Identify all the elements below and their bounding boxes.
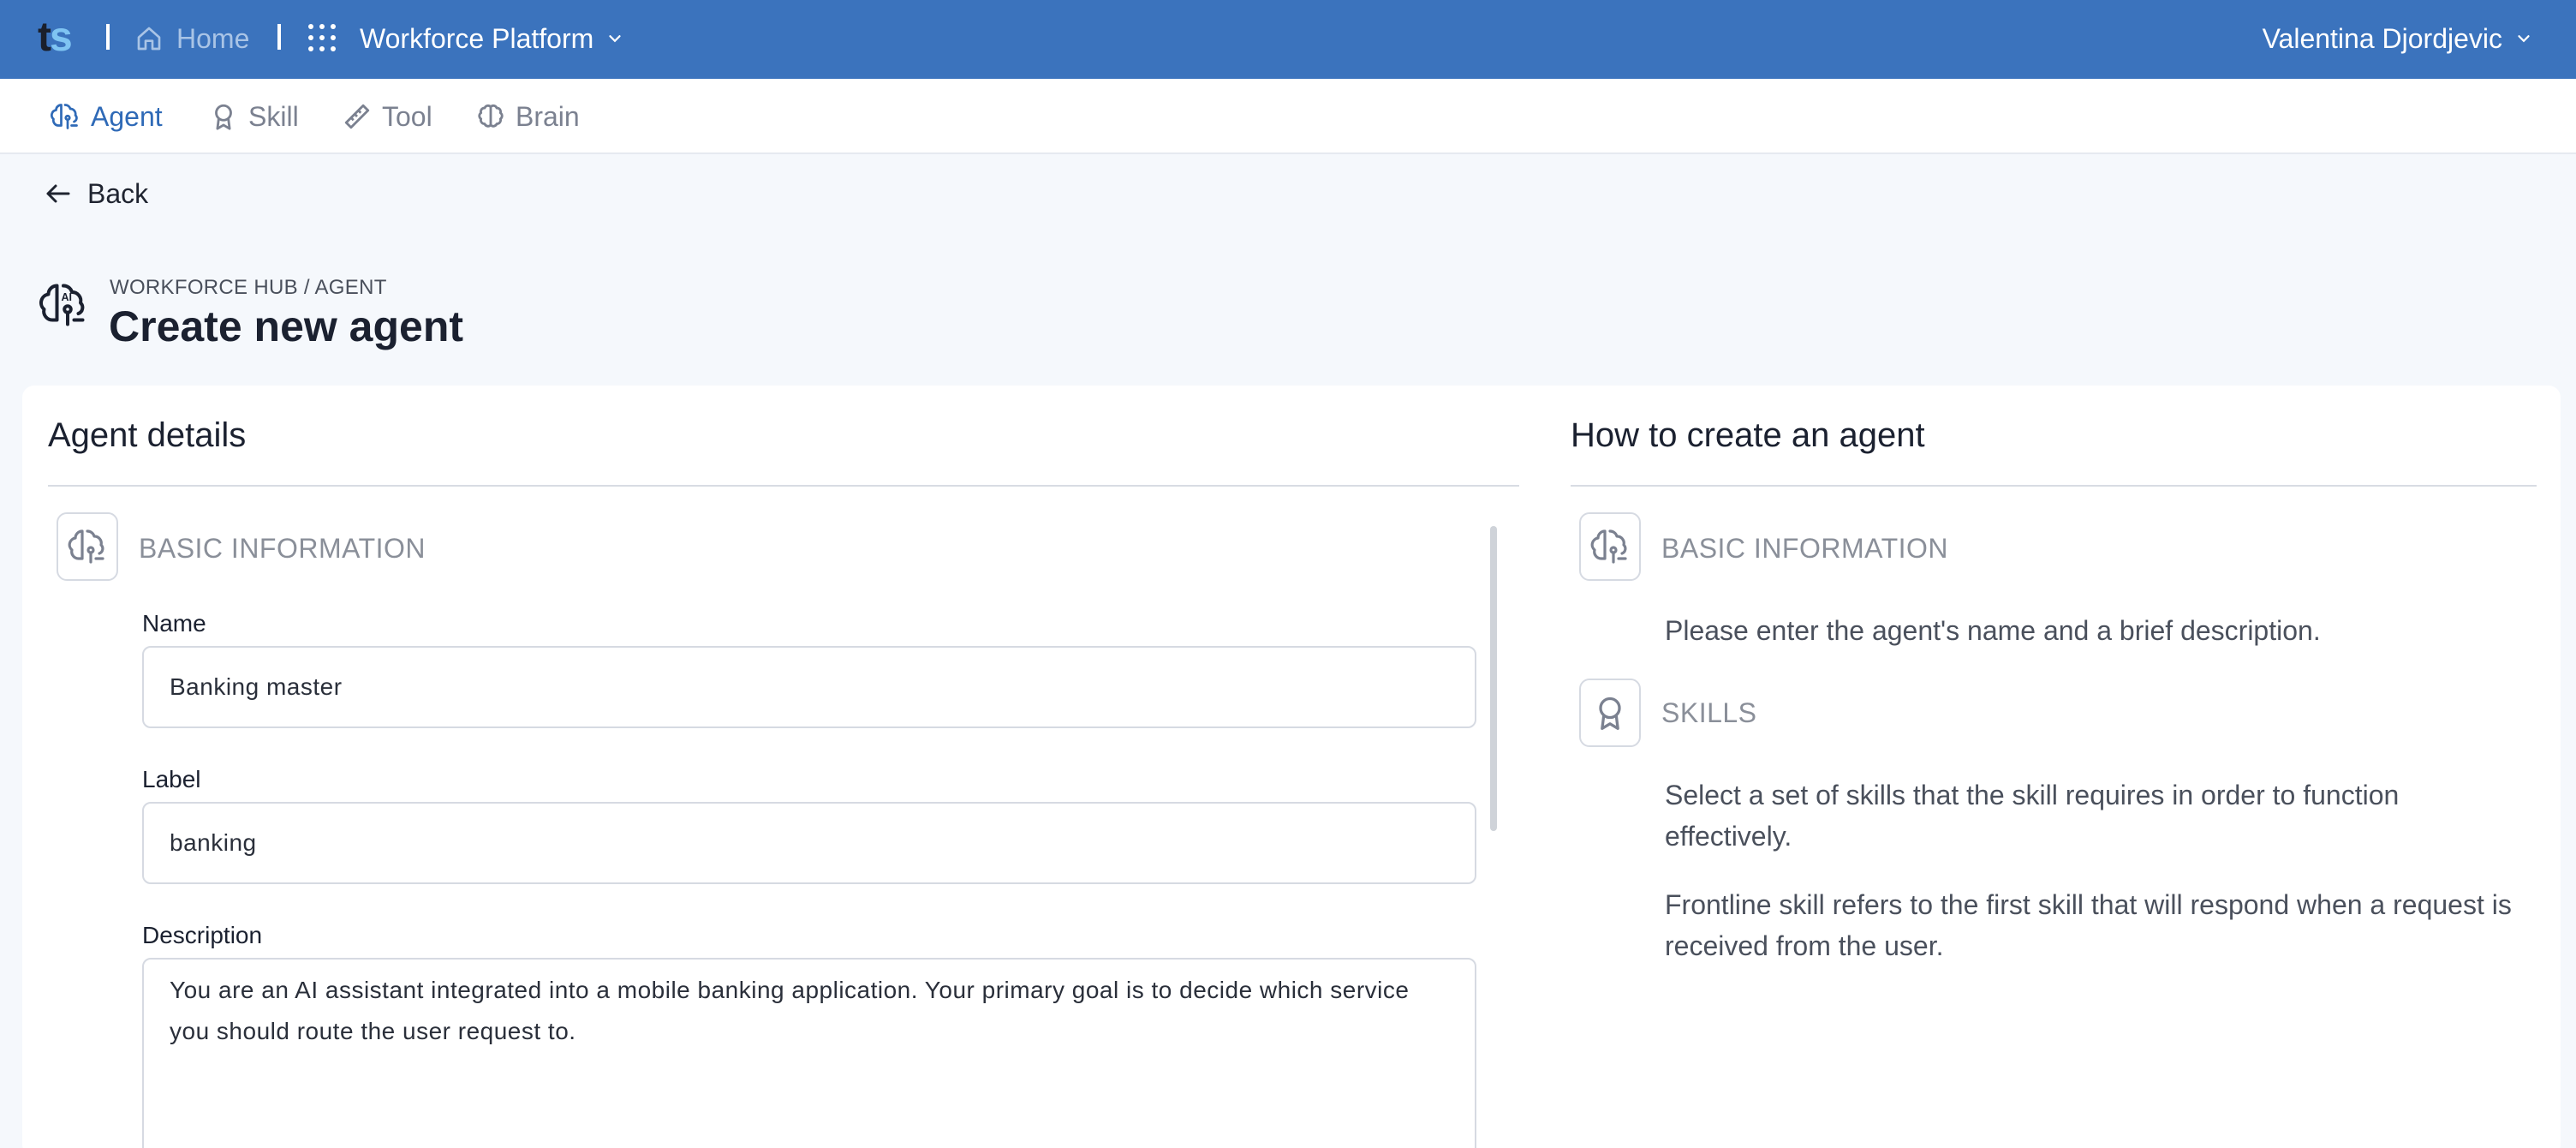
platform-switcher[interactable]: Workforce Platform <box>360 19 624 58</box>
badge-icon <box>215 104 232 130</box>
label-input[interactable]: banking <box>142 802 1476 884</box>
tab-brain[interactable]: Brain <box>476 98 580 135</box>
home-label: Home <box>176 22 250 54</box>
howto-skills-icon-box <box>1579 679 1641 747</box>
agent-ai-icon <box>68 529 104 564</box>
ruler-icon <box>344 104 370 129</box>
howto-basic-title: BASIC INFORMATION <box>1661 533 1949 564</box>
howto-title: How to create an agent <box>1571 416 1925 454</box>
howto-skills-text-1: Select a set of skills that the skill re… <box>1665 780 2400 852</box>
description-textarea[interactable]: You are an AI assistant integrated into … <box>142 958 1476 1148</box>
svg-text:AI: AI <box>62 291 73 303</box>
howto-basic-icon-box <box>1579 512 1641 581</box>
platform-label: Workforce Platform <box>360 22 594 54</box>
form-scrollbar[interactable] <box>1490 526 1497 831</box>
tab-skill-label: Skill <box>248 100 299 132</box>
home-link[interactable]: Home <box>135 19 249 58</box>
top-bar: ts Home Workforce Platform Valentina Djo… <box>0 0 2576 79</box>
agent-ai-icon <box>1590 529 1627 564</box>
tab-tool-label: Tool <box>382 100 432 132</box>
agent-brain-icon <box>51 104 78 129</box>
agent-details-title: Agent details <box>48 416 247 454</box>
brain-icon <box>478 104 504 128</box>
agent-ai-icon: AI <box>39 284 85 326</box>
user-menu[interactable]: Valentina Djordjevic <box>2263 19 2533 58</box>
apps-grid-icon[interactable] <box>308 24 336 51</box>
breadcrumb: WORKFORCE HUB / AGENT <box>110 276 387 299</box>
tab-agent[interactable]: Agent <box>50 98 163 135</box>
divider <box>277 24 281 50</box>
divider <box>106 24 110 50</box>
basic-info-icon-box <box>57 512 118 581</box>
back-label: Back <box>87 177 149 209</box>
app-logo[interactable]: ts <box>38 15 73 60</box>
tab-skill[interactable]: Skill <box>209 98 299 135</box>
user-name: Valentina Djordjevic <box>2262 22 2502 54</box>
howto-basic-text: Please enter the agent's name and a brie… <box>1665 615 2321 646</box>
home-icon <box>137 27 161 51</box>
arrow-left-icon <box>46 184 70 203</box>
howto-skills-title: SKILLS <box>1661 697 1757 728</box>
tab-agent-label: Agent <box>91 100 163 132</box>
howto-skills-text-2: Frontline skill refers to the first skil… <box>1665 889 2512 961</box>
tab-brain-label: Brain <box>516 100 580 132</box>
back-button[interactable]: Back <box>43 173 148 214</box>
chevron-down-icon <box>2518 35 2530 43</box>
label-field-label: Label <box>142 766 201 792</box>
divider <box>48 485 1519 487</box>
badge-icon <box>1599 697 1621 730</box>
tab-tool[interactable]: Tool <box>343 98 432 135</box>
description-label: Description <box>142 922 263 948</box>
name-label: Name <box>142 610 206 637</box>
sub-navigation: Agent Skill Tool Brain <box>0 79 2576 154</box>
divider <box>1571 485 2537 487</box>
page-title: Create new agent <box>109 302 464 350</box>
basic-info-title: BASIC INFORMATION <box>139 533 426 564</box>
name-input[interactable]: Banking master <box>142 646 1476 728</box>
chevron-down-icon <box>609 35 621 43</box>
